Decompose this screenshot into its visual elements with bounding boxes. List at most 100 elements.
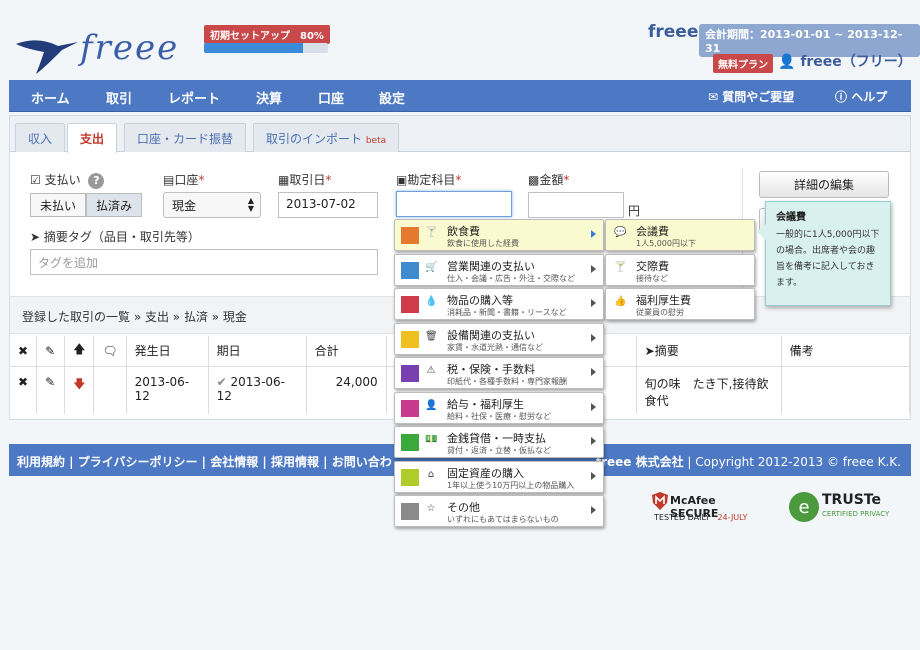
category-option-title: 金銭貸借・一時支払 [447,432,546,445]
tag-label: ➤ 摘要タグ（品目・取引先等） [30,230,200,244]
envelope-icon: ✉ [708,90,719,104]
memo-text: 旬の味 たき下,接待飲食代 [636,366,782,414]
money-icon: ▩ [528,173,540,187]
category-option[interactable]: 💧 物品の購入等 消耗品・新聞・書籍・リースなど [394,288,604,320]
chat-icon: 💬 [614,227,627,238]
col-memo[interactable]: ➤摘要 [636,336,782,367]
chevron-right-icon [591,402,596,411]
category-option[interactable]: 💵 金銭貸借・一時支払 貸付・返済・立替・仮払など [394,426,604,458]
logo-wordmark: freee [80,28,180,68]
setup-progress-badge[interactable]: 初期セットアップ 80% [204,25,330,44]
col-due[interactable]: 期日 [208,336,307,367]
updown-icon: ▲ ▼ [247,196,254,213]
account-select[interactable]: 現金 ▲ ▼ [163,192,261,218]
main-nav: ホーム 取引 レポート 決算 口座 設定 ✉ 質問やご要望 ⓘ ヘルプ [9,80,911,112]
col-notes[interactable]: 備考 [781,336,911,367]
chevron-right-icon [591,230,596,238]
category-color-swatch [401,365,419,382]
category-input[interactable] [396,191,512,217]
category-option-title: 物品の購入等 [447,294,513,307]
category-option-title: その他 [447,501,480,514]
date-label: ▦取引日* [278,173,332,187]
setup-progress-bar [204,43,328,53]
nav-transactions[interactable]: 取引 [106,88,132,107]
tab-expense[interactable]: 支出 [67,123,118,153]
cart-icon: 🛒 [425,261,438,273]
delete-col-icon: ✖ [10,336,38,367]
category-option[interactable]: 👤 給与・福利厚生 給料・社保・医療・慰労など [394,391,604,424]
comment-col-icon: 🗨 [93,336,127,367]
delete-icon[interactable]: ✖ [10,366,38,414]
category-option-title: 税・保険・手数料 [447,363,535,376]
chevron-right-icon [591,299,596,307]
subcategory-title: 福利厚生費 [636,294,691,307]
category-option-desc: 1年以上使う10万円以上の物品購入 [447,480,575,490]
nav-help-label: ヘルプ [851,90,888,104]
col-occurred[interactable]: 発生日 [126,336,209,367]
paid-option[interactable]: 払済み [86,193,143,217]
date-input[interactable]: 2013-07-02 [278,192,378,218]
nav-support[interactable]: ✉ 質問やご要望 [708,88,794,105]
category-option-desc: 印紙代・各種手数料・専門家報酬 [447,377,567,386]
warning-icon: ⚠ [426,365,436,376]
chevron-right-icon [591,506,596,514]
shield-icon [652,492,668,510]
plan-badge[interactable]: 無料プラン [713,54,773,73]
nav-support-label: 質問やご要望 [722,90,795,104]
edit-details-button[interactable]: 詳細の編集 [759,171,889,198]
question-icon[interactable]: ? [88,173,105,189]
calendar-icon: ▦ [278,173,290,187]
category-option[interactable]: 🗑 設備関連の支払い 家賃・水道光熱・通信など [394,322,604,355]
tab-income[interactable]: 収入 [15,123,66,152]
user-menu[interactable]: 👤 freee（フリー） [778,51,912,71]
trash-icon: 🗑 [425,330,438,342]
nav-help[interactable]: ⓘ ヘルプ [835,88,887,105]
amount-input[interactable] [528,192,624,218]
category-dropdown: 🍸 飲食費 飲食に使用した経費 🛒 営業関連の支払い 仕入・会議・広告・外注・交際など 💧 物… [394,219,605,530]
book-icon: ▣ [396,173,408,187]
subcategory-option[interactable]: 🍸 交際費 接待など [605,253,755,286]
arrow-up-icon: 🡅 [64,336,95,367]
unpaid-option[interactable]: 未払い [30,193,87,217]
category-option-desc: 給料・社保・医療・慰労など [447,411,551,421]
subcategory-option[interactable]: 👍 福利厚生費 従業員の慰労 [605,288,755,320]
edit-icon[interactable]: ✎ [36,366,66,414]
category-option[interactable]: ☆ その他 いずれにもあてはまらないもの [394,495,604,527]
nav-reports[interactable]: レポート [168,88,220,107]
category-submenu: 💬 会議費 1人5,000円以下 🍸 交際費 接待など 👍 福利厚生費 従業員の慰労 [605,219,755,323]
category-color-swatch [401,227,419,244]
subcategory-option[interactable]: 💬 会議費 1人5,000円以下 [605,219,755,251]
category-option-title: 給与・福利厚生 [447,397,524,411]
tab-transfer[interactable]: 口座・カード振替 [124,123,247,152]
col-total[interactable]: 合計 [306,336,387,367]
nav-home[interactable]: ホーム [31,88,70,107]
category-option[interactable]: 🍸 飲食費 飲食に使用した経費 [394,219,604,251]
subcategory-title: 会議費 [636,225,669,238]
card-icon: ▤ [163,173,175,187]
category-label: ▣勘定科目* [396,173,462,187]
category-color-swatch [401,434,419,451]
info-icon: ⓘ [835,90,848,104]
category-option-title: 営業関連の支払い [447,259,535,273]
tab-import-label: 取引のインポート [266,132,363,146]
mcafee-seal[interactable]: McAfee SECURE TESTED DAILY 24-JULY [652,492,764,526]
category-option-title: 固定資産の購入 [447,466,524,480]
money-icon: 💵 [425,434,438,445]
checkbox-icon: ☑ [30,173,41,187]
truste-seal[interactable]: e TRUSTe CERTIFIED PRIVACY [788,490,903,524]
category-option[interactable]: ⚠ 税・保険・手数料 印紙代・各種手数料・専門家報酬 [394,357,604,389]
category-option-desc: 貸付・返済・立替・仮払など [447,446,551,455]
nav-closing[interactable]: 決算 [256,88,282,107]
payment-label: ☑ 支払い ? [30,171,105,189]
freee-logo[interactable]: freee [14,18,184,78]
total-amount: 24,000 [306,366,387,414]
star-icon: ☆ [426,503,436,514]
tab-import[interactable]: 取引のインポート beta [253,123,400,152]
footer-links[interactable]: 利用規約 | プライバシーポリシー | 会社情報 | 採用情報 | お問い合わ [17,453,392,470]
category-option[interactable]: ⌂ 固定資産の購入 1年以上使う10万円以上の物品購入 [394,460,604,493]
nav-settings[interactable]: 設定 [379,88,405,107]
tag-input[interactable]: タグを追加 [30,249,378,275]
category-option[interactable]: 🛒 営業関連の支払い 仕入・会議・広告・外注・交際など [394,253,604,286]
category-color-swatch [401,330,419,348]
nav-accounts[interactable]: 口座 [318,88,344,107]
